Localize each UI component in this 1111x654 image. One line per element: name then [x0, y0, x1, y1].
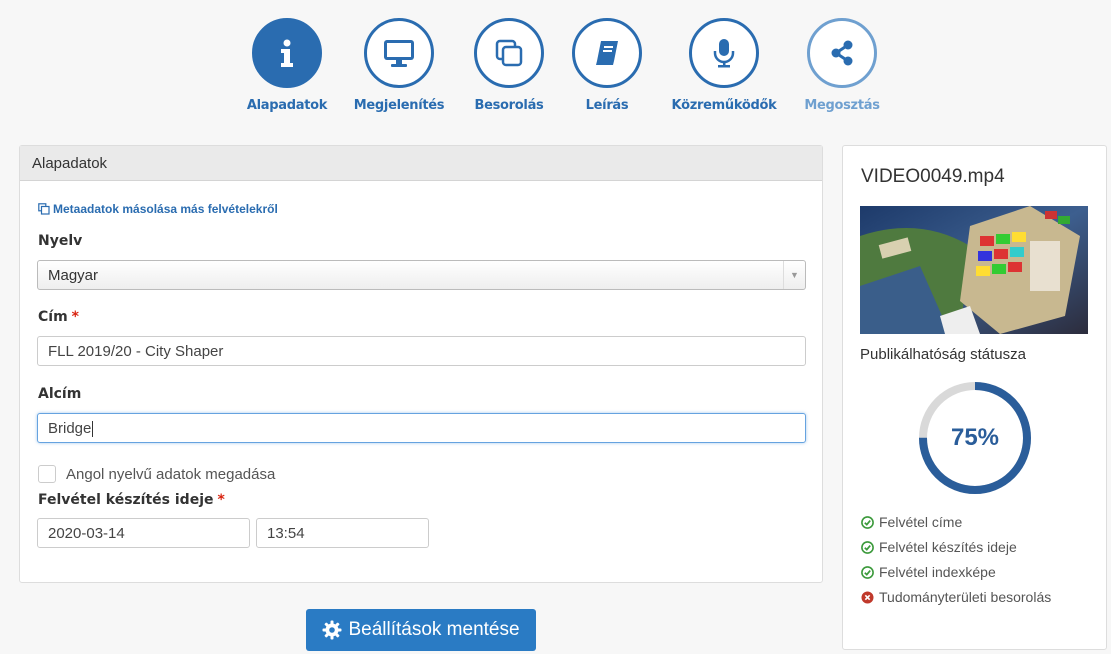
english-data-label: Angol nyelvű adatok megadása	[66, 465, 276, 483]
recorded-time-label: Felvétel készítés ideje *	[38, 492, 225, 508]
recorded-time-label-text: Felvétel készítés ideje	[38, 492, 214, 508]
step-nav: Alapadatok Megjelenítés Besorolás Leírás…	[0, 18, 1111, 128]
language-label: Nyelv	[38, 233, 82, 249]
step-circle	[474, 18, 544, 88]
step-megosztas[interactable]: Megosztás	[787, 18, 897, 113]
save-settings-button[interactable]: Beállítások mentése	[306, 609, 536, 651]
checklist-label: Felvétel indexképe	[879, 564, 996, 580]
book-icon	[596, 41, 618, 65]
basic-data-panel: Alapadatok Metaadatok másolása más felvé…	[19, 145, 823, 583]
info-icon	[281, 39, 293, 67]
step-label: Besorolás	[474, 98, 544, 113]
time-value: 13:54	[267, 525, 305, 542]
language-value: Magyar	[48, 267, 99, 284]
step-label: Alapadatok	[246, 98, 328, 113]
step-circle	[689, 18, 759, 88]
checklist-item: Tudományterületi besorolás	[861, 589, 1101, 606]
checklist-item: Felvétel indexképe	[861, 564, 1101, 581]
error-circle-icon	[861, 591, 874, 604]
step-megjelenites[interactable]: Megjelenítés	[344, 18, 454, 113]
checklist-label: Felvétel készítés ideje	[879, 539, 1017, 555]
checklist-item: Felvétel címe	[861, 514, 1101, 531]
checklist-item: Felvétel készítés ideje	[861, 539, 1101, 556]
step-circle	[572, 18, 642, 88]
step-alapadatok[interactable]: Alapadatok	[232, 18, 342, 113]
copy-metadata-link[interactable]: Metaadatok másolása más felvételekről	[38, 202, 278, 216]
required-mark: *	[71, 309, 79, 325]
step-label: Megjelenítés	[353, 98, 445, 113]
step-label: Megosztás	[804, 98, 880, 113]
step-circle	[364, 18, 434, 88]
publish-progress-ring: 75%	[915, 378, 1035, 498]
step-circle	[807, 18, 877, 88]
language-label-text: Nyelv	[38, 233, 83, 249]
progress-percent: 75%	[950, 424, 1000, 451]
date-value: 2020-03-14	[48, 525, 125, 542]
step-label: Leírás	[585, 98, 629, 113]
page: Alapadatok Megjelenítés Besorolás Leírás…	[0, 0, 1111, 654]
copy-icon	[38, 203, 50, 215]
microphone-icon	[713, 39, 735, 68]
title-label-text: Cím	[38, 309, 68, 325]
title-input[interactable]: FLL 2019/20 - City Shaper	[37, 336, 806, 366]
subtitle-label-text: Alcím	[38, 386, 82, 402]
subtitle-input[interactable]: Bridge	[37, 413, 806, 443]
panel-title: Alapadatok	[20, 146, 822, 181]
title-value: FLL 2019/20 - City Shaper	[48, 343, 224, 360]
gear-icon	[322, 620, 342, 640]
publish-status-label: Publikálhatóság státusza	[860, 346, 1026, 363]
language-select[interactable]: Magyar ▼	[37, 260, 806, 290]
save-settings-label: Beállítások mentése	[348, 619, 520, 640]
required-mark: *	[217, 492, 225, 508]
chevron-down-icon: ▼	[783, 261, 805, 289]
video-thumbnail	[860, 206, 1088, 334]
time-input[interactable]: 13:54	[256, 518, 429, 548]
subtitle-label: Alcím	[38, 386, 81, 402]
step-kozremukodok[interactable]: Közreműködők	[669, 18, 779, 113]
english-data-checkbox[interactable]	[38, 465, 56, 483]
step-leiras[interactable]: Leírás	[552, 18, 662, 113]
text-cursor	[92, 421, 94, 438]
check-circle-icon	[861, 541, 874, 554]
check-circle-icon	[861, 516, 874, 529]
step-circle	[252, 18, 322, 88]
media-status-card: VIDEO0049.mp4 Publikálhatóság státusza 7…	[842, 145, 1107, 650]
monitor-icon	[384, 40, 414, 67]
title-label: Cím *	[38, 309, 79, 325]
share-icon	[831, 40, 853, 66]
checklist-label: Felvétel címe	[879, 514, 963, 530]
publish-checklist: Felvétel címe Felvétel készítés ideje Fe…	[861, 514, 1101, 614]
english-data-checkbox-row[interactable]: Angol nyelvű adatok megadása	[38, 465, 275, 483]
check-circle-icon	[861, 566, 874, 579]
step-label: Közreműködők	[671, 98, 777, 113]
date-input[interactable]: 2020-03-14	[37, 518, 250, 548]
step-besorolas[interactable]: Besorolás	[454, 18, 564, 113]
checklist-label: Tudományterületi besorolás	[879, 589, 1052, 605]
subtitle-value: Bridge	[48, 420, 92, 437]
media-filename: VIDEO0049.mp4	[861, 166, 1005, 187]
copy-icon	[495, 39, 523, 67]
copy-metadata-label: Metaadatok másolása más felvételekről	[53, 202, 278, 216]
